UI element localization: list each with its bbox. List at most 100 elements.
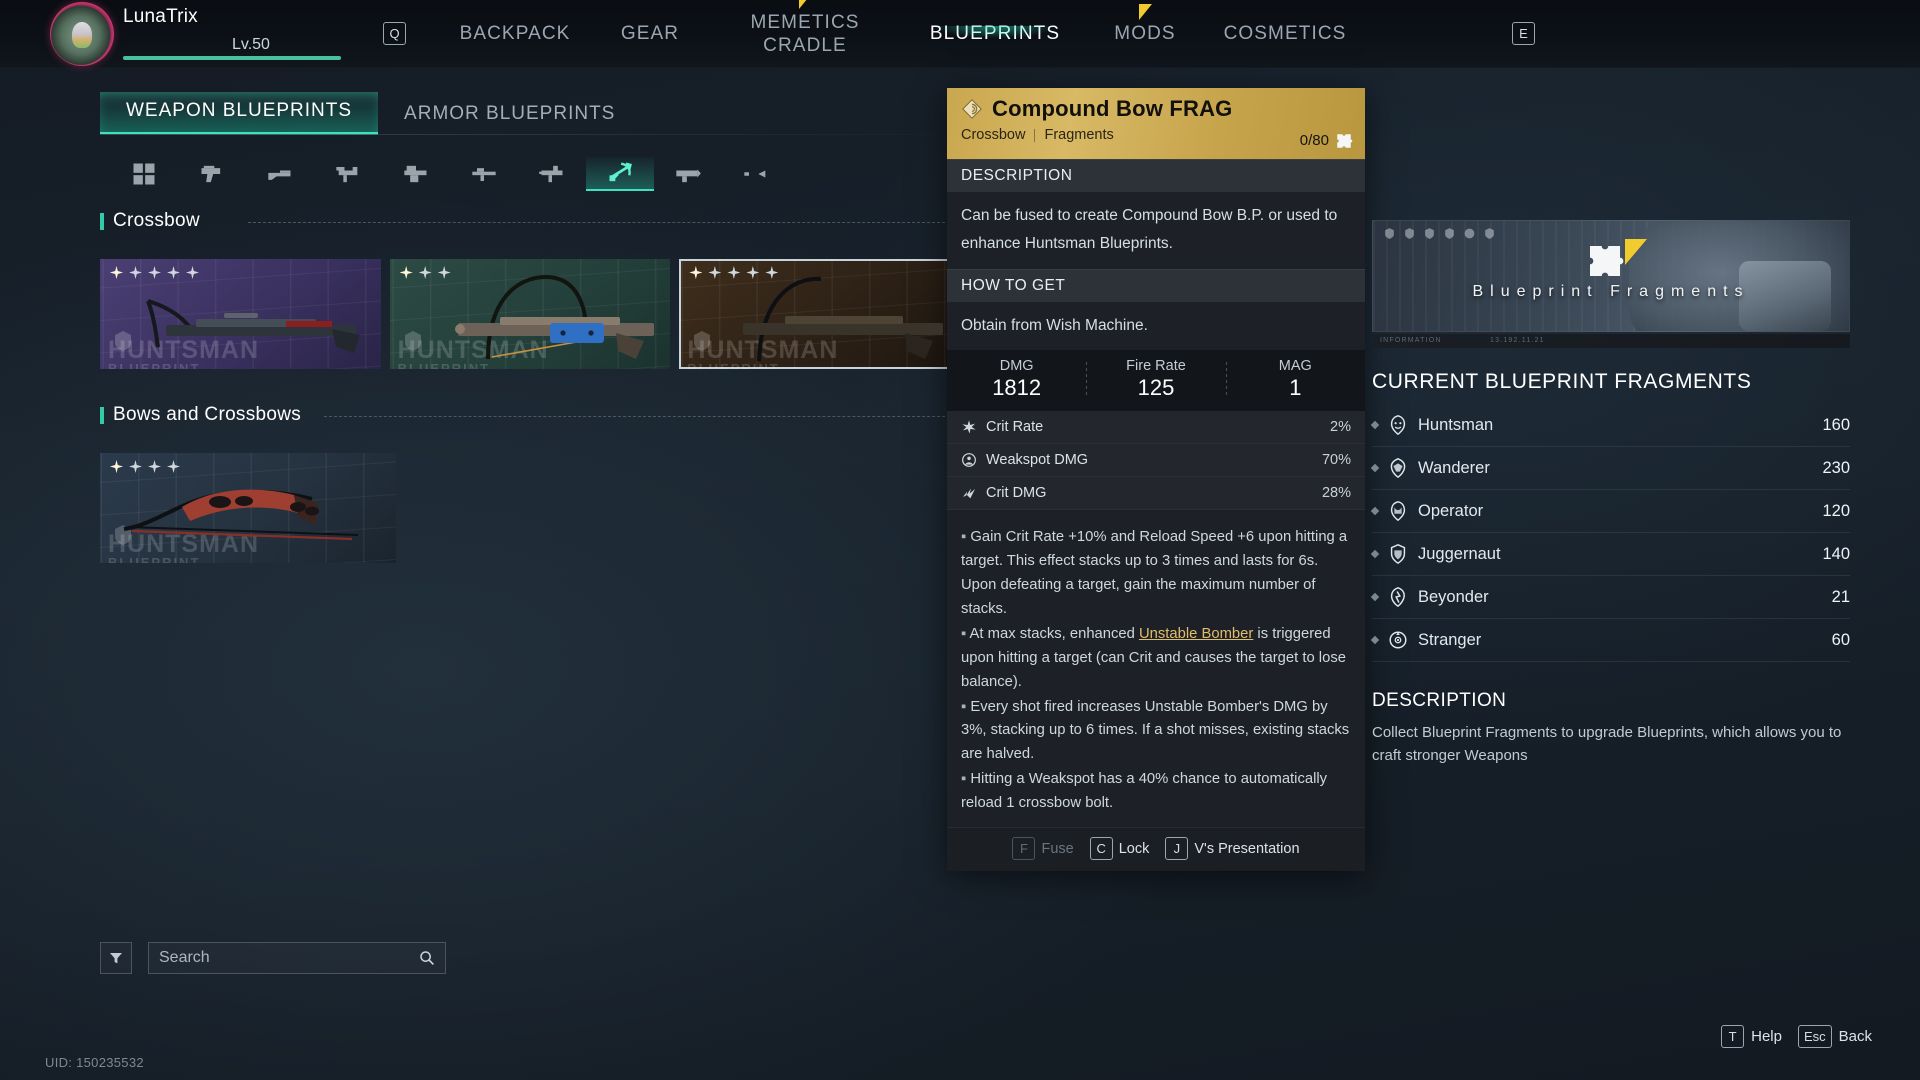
crossbow-art (743, 276, 944, 362)
perk-bullet: ▪ (961, 771, 967, 788)
fragment-amount: 160 (1822, 415, 1850, 434)
global-key-hints: T Help Esc Back (1721, 1025, 1872, 1048)
category-all-weapons[interactable] (110, 157, 178, 191)
search-input[interactable] (159, 949, 419, 967)
key-hint-label: Lock (1118, 840, 1150, 857)
puzzle-piece-icon (1590, 246, 1624, 276)
stat-label: MAG (1278, 357, 1312, 374)
key-hint-v-s-presentation[interactable]: J V's Presentation (1165, 837, 1300, 861)
section-title: Bows and Crossbows (113, 404, 302, 425)
keycap: T (1721, 1025, 1745, 1048)
category-smg[interactable] (314, 157, 382, 191)
category-lmg[interactable] (382, 157, 450, 191)
crossbow-art (146, 299, 360, 353)
stat-value: 1812 (992, 374, 1042, 400)
section-header: Crossbow (100, 210, 960, 232)
category-shotgun[interactable] (246, 157, 314, 191)
panel-description-label: DESCRIPTION (1372, 690, 1507, 711)
perk-bullet: ▪ (961, 625, 967, 642)
perk-bullet: ▪ (961, 698, 967, 715)
fragments-list: Huntsman 160 Wanderer 230 Operator 120 Juggern… (1370, 404, 1850, 662)
keycap: F (1012, 837, 1036, 861)
stat-label: DMG (999, 357, 1034, 374)
fragment-name: Stranger (1418, 630, 1482, 649)
search-box[interactable] (148, 942, 446, 974)
keycap: J (1165, 837, 1189, 861)
filter-button[interactable] (100, 942, 132, 974)
crossbow-art (454, 274, 654, 360)
stat-value: 1 (1289, 374, 1302, 400)
banner-title: Blueprint Fragments (1472, 283, 1750, 300)
subtab-divider (100, 134, 950, 135)
melee-icon (744, 170, 766, 178)
nav-tab-gear[interactable]: GEAR (590, 22, 710, 45)
fragment-row[interactable]: Wanderer 230 (1370, 447, 1850, 490)
rarity-stars (400, 266, 451, 279)
nav-tab-mods[interactable]: MODS (1090, 4, 1200, 45)
tooltip-howto-label: HOW TO GET (947, 269, 1365, 303)
blueprint-card[interactable]: HUNTSMAN BLUEPRINT (100, 259, 381, 369)
key-hint-fuse[interactable]: F Fuse (1012, 837, 1074, 861)
category-melee[interactable] (722, 157, 790, 191)
key-hint-e[interactable]: E (1512, 22, 1535, 45)
card-grid: HUNTSMAN BLUEPRINT HUNTSMAN BLUEPRINT HU… (100, 259, 961, 369)
nav-tab-backpack[interactable]: BACKPACK (440, 22, 590, 45)
info-strip-left: INFORMATION (1380, 337, 1442, 344)
fragment-row[interactable]: Juggernaut 140 (1370, 533, 1850, 576)
fragment-amount: 140 (1822, 544, 1850, 563)
rarity-stars (110, 266, 199, 279)
perk-line: ▪ Every shot fired increases Unstable Bo… (961, 698, 1350, 763)
fragment-row[interactable]: Beyonder 21 (1370, 576, 1850, 619)
stat-dmg: DMG 1812 (947, 358, 1086, 401)
banner-mini-emblems (1383, 227, 1496, 240)
fragment-amount: 60 (1831, 630, 1850, 649)
section-header: Bows and Crossbows (100, 404, 960, 426)
info-strip: INFORMATION 13.192.11.21 (1372, 334, 1850, 348)
card-grid: HUNTSMAN BLUEPRINT (100, 453, 960, 563)
fragment-row[interactable]: Huntsman 160 (1370, 404, 1850, 447)
nav-tab-cosmetics[interactable]: COSMETICS (1200, 22, 1370, 45)
subtab-armor-blueprints[interactable]: ARMOR BLUEPRINTS (378, 95, 641, 135)
beyonder-emblem-icon (1390, 587, 1405, 608)
key-hint-help[interactable]: T Help (1721, 1025, 1782, 1048)
tooltip-primary-stats: DMG 1812 Fire Rate 125 MAG 1 (947, 349, 1365, 411)
key-hint-q[interactable]: Q (383, 22, 406, 45)
nav-tab-memetics-cradle[interactable]: MEMETICS CRADLE (710, 0, 900, 57)
fragments-list-title: CURRENT BLUEPRINT FRAGMENTS (1372, 370, 1752, 393)
nav-tab-label: COSMETICS (1223, 23, 1347, 45)
section-rule (324, 416, 960, 417)
category-rifle[interactable] (450, 157, 518, 191)
fragment-name: Operator (1418, 501, 1484, 520)
fragment-amount: 230 (1822, 458, 1850, 477)
nav-tab-label: BLUEPRINTS (929, 23, 1061, 45)
avatar[interactable] (50, 2, 114, 66)
search-icon[interactable] (419, 950, 435, 966)
fragment-row[interactable]: Stranger 60 (1370, 619, 1850, 662)
puzzle-piece-icon (1337, 134, 1353, 148)
perk-link[interactable]: Unstable Bomber (1139, 626, 1253, 642)
category-pistol[interactable] (178, 157, 246, 191)
bullet-icon (1370, 592, 1380, 602)
key-hint-back[interactable]: Esc Back (1797, 1025, 1872, 1048)
nav-tab-blueprints[interactable]: BLUEPRINTS (900, 22, 1090, 60)
subtab-weapon-blueprints[interactable]: WEAPON BLUEPRINTS (100, 92, 379, 135)
tooltip-fragment-count: 0/80 (1299, 132, 1329, 149)
user-id: UID: 150235532 (45, 1055, 144, 1070)
section-rule (248, 222, 960, 223)
blueprint-card-selected[interactable]: HUNTSMAN BLUEPRINT (679, 259, 961, 369)
fragment-name: Wanderer (1418, 458, 1490, 477)
key-hint-lock[interactable]: C Lock (1089, 837, 1150, 861)
perk-line: ▪ At max stacks, enhanced Unstable Bombe… (961, 625, 1346, 690)
nav-tab-label: MEMETICS CRADLE (750, 11, 860, 56)
perk-line: ▪ Hitting a Weakspot has a 40% chance to… (961, 771, 1328, 812)
category-crossbow[interactable] (586, 157, 654, 191)
rarity-stars (689, 266, 778, 279)
player-name: LunaTrix (123, 6, 198, 27)
category-launcher[interactable] (654, 157, 722, 191)
rifle-icon (472, 168, 496, 181)
blueprint-card[interactable]: HUNTSMAN BLUEPRINT (100, 453, 396, 563)
fragment-row[interactable]: Operator 120 (1370, 490, 1850, 533)
section-accent-bar (100, 212, 104, 230)
category-assault-rifle[interactable] (518, 157, 586, 191)
blueprint-card[interactable]: HUNTSMAN BLUEPRINT (389, 259, 671, 369)
